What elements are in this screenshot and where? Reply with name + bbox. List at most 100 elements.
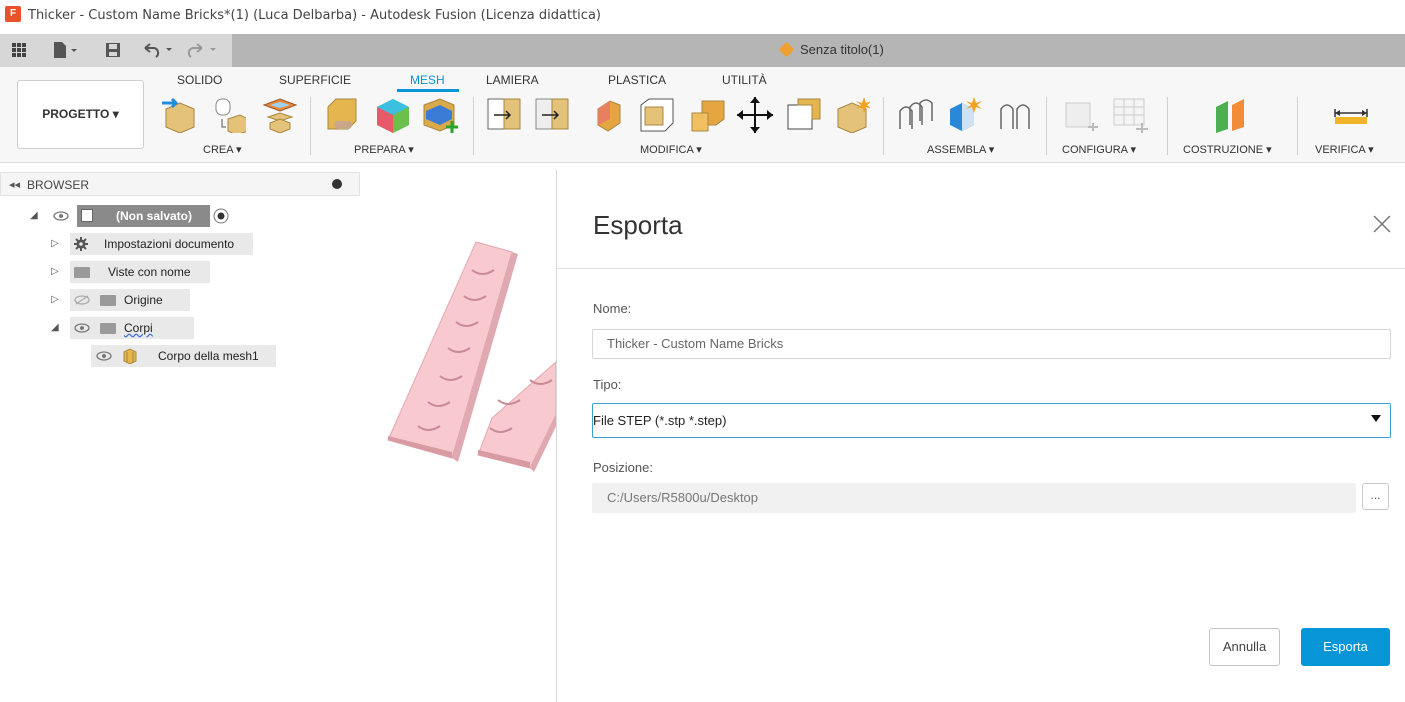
combine-faces-icon[interactable] [420,95,458,133]
generate-face-groups-icon[interactable] [373,95,411,133]
export-dialog: Esporta Nome: Thicker - Custom Name Bric… [556,170,1405,702]
as-built-joint-icon[interactable] [995,95,1033,133]
tab-utilita[interactable]: UTILITÀ [722,73,767,87]
root-node-label: (Non salvato) [116,209,193,223]
group-assembla[interactable]: ASSEMBLA ▾ [927,143,994,156]
workspace-selector-button[interactable]: PROGETTO ▾ [17,80,144,149]
folder-icon [100,295,116,306]
configure-model-icon[interactable] [1060,95,1098,133]
folder-icon [100,323,116,334]
export-button[interactable]: Esporta [1301,628,1390,666]
measure-icon[interactable] [1332,95,1370,133]
create-mesh-cylinder-icon[interactable] [208,95,246,133]
name-field[interactable]: Thicker - Custom Name Bricks [592,329,1391,359]
repair-icon[interactable] [322,95,360,133]
offset-plane-icon[interactable] [1210,95,1248,133]
group-modifica[interactable]: MODIFICA ▾ [640,143,702,156]
location-field: C:/Users/R5800u/Desktop [592,483,1356,513]
document-cube-icon [778,41,795,58]
expand-triangle-icon[interactable]: ◢ [51,322,59,333]
browser-pin-icon[interactable] [332,179,342,189]
tab-solido[interactable]: SOLIDO [177,73,222,87]
gear-icon [74,237,88,251]
expand-triangle-icon[interactable]: ▷ [51,238,59,249]
new-component-icon[interactable] [896,95,934,133]
dialog-title: Esporta [593,210,683,240]
fusion-app-icon: F [5,6,21,22]
type-label: Tipo: [593,377,622,392]
active-tab-underline [397,89,459,92]
tree-item-label: Impostazioni documento [104,237,235,251]
visibility-eye-icon[interactable] [74,323,90,333]
browse-location-button[interactable]: ... [1362,483,1389,510]
tree-item-mesh-body[interactable]: Corpo della mesh1 [0,345,360,367]
location-label: Posizione: [593,460,653,475]
visibility-eye-icon[interactable] [53,211,69,221]
redo-icon[interactable] [188,42,224,58]
ribbon-separator [473,97,474,155]
browser-title: BROWSER [27,178,90,192]
tree-item-label: Origine [124,293,163,307]
ribbon-separator [883,97,884,155]
shell-icon[interactable] [637,95,675,133]
ribbon-separator [310,97,311,155]
window-title: Thicker - Custom Name Bricks*(1) (Luca D… [28,8,601,23]
file-menu-icon[interactable] [53,41,79,59]
window-title-bar: F Thicker - Custom Name Bricks*(1) (Luca… [0,0,1405,34]
expand-triangle-icon[interactable]: ▷ [51,294,59,305]
configuration-table-icon[interactable] [1110,95,1148,133]
group-costruzione[interactable]: COSTRUZIONE ▾ [1183,143,1272,156]
document-tab-label: Senza titolo(1) [800,42,884,57]
undo-icon[interactable] [142,42,178,58]
tree-item-impostazioni[interactable]: ▷ Impostazioni documento [0,233,360,255]
visibility-eye-icon[interactable] [96,351,112,361]
root-node-highlight: (Non salvato) [77,205,210,227]
activate-radio-icon[interactable] [213,208,229,224]
ribbon-separator [1297,97,1298,155]
group-crea[interactable]: CREA ▾ [203,143,242,156]
tree-item-label: Viste con nome [108,265,191,279]
tab-mesh[interactable]: MESH [410,73,445,87]
quick-access-toolbar: Senza titolo(1) [0,34,1405,67]
group-prepara[interactable]: PREPARA ▾ [354,143,414,156]
scale-icon[interactable] [784,95,822,133]
dropdown-arrow-icon [1371,415,1381,422]
component-icon [81,209,93,222]
reduce-icon[interactable] [832,95,870,133]
mesh-body-icon [123,348,137,364]
tab-superficie[interactable]: SUPERFICIE [279,73,351,87]
browser-panel-header: ◂◂ BROWSER [0,172,360,196]
tab-lamiera[interactable]: LAMIERA [486,73,539,87]
save-icon[interactable] [105,42,121,58]
move-icon[interactable] [735,95,773,133]
tree-item-viste[interactable]: ▷ Viste con nome [0,261,360,283]
cancel-button[interactable]: Annulla [1209,628,1280,666]
ribbon-separator [1046,97,1047,155]
group-verifica[interactable]: VERIFICA ▾ [1315,143,1374,156]
dialog-header: Esporta [557,170,1405,269]
group-configura[interactable]: CONFIGURA ▾ [1062,143,1136,156]
tree-item-label: Corpi [124,321,153,335]
tessellate-icon[interactable] [260,95,298,133]
expand-triangle-icon[interactable]: ◢ [30,210,38,221]
tree-item-corpi[interactable]: ◢ Corpi [0,317,360,339]
plane-cut-icon[interactable] [484,95,522,133]
expand-triangle-icon[interactable]: ▷ [51,266,59,277]
mesh-body-3d-model[interactable] [380,230,560,480]
tab-plastica[interactable]: PLASTICA [608,73,666,87]
joint-icon[interactable] [944,95,982,133]
remesh-icon[interactable] [590,95,628,133]
collapse-browser-icon[interactable]: ◂◂ [9,178,20,191]
close-icon[interactable] [1372,214,1392,234]
tree-root-row[interactable]: ◢ (Non salvato) [0,205,360,227]
create-base-feature-icon[interactable] [160,95,198,133]
offset-icon[interactable] [688,95,726,133]
ribbon-separator [1167,97,1168,155]
document-tab[interactable]: Senza titolo(1) [778,41,884,58]
apps-grid-icon[interactable] [12,43,26,57]
tree-item-origine[interactable]: ▷ Origine [0,289,360,311]
separate-icon[interactable] [532,95,570,133]
type-select[interactable]: File STEP (*.stp *.step) [592,403,1391,438]
hidden-eye-icon[interactable] [74,295,90,305]
ribbon-toolbar: SOLIDO SUPERFICIE MESH LAMIERA PLASTICA … [0,67,1405,163]
